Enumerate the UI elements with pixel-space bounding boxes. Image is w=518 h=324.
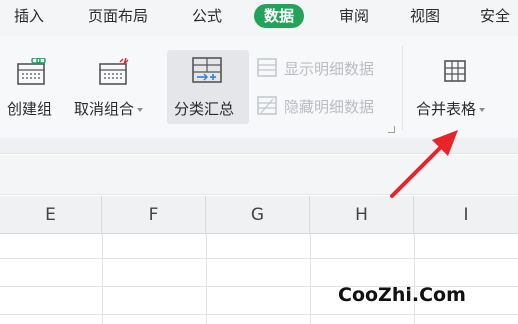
show-detail-button[interactable]: 显示明细数据 <box>254 54 394 82</box>
tab-review[interactable]: 审阅 <box>339 5 369 27</box>
column-header-e[interactable]: E <box>0 196 102 234</box>
row-divider <box>0 258 518 259</box>
ribbon-tab-bar: 插入 页面布局 公式 数据 审阅 视图 安全 <box>0 0 518 36</box>
ungroup-dropdown-icon <box>137 107 144 112</box>
show-detail-icon <box>256 57 280 79</box>
ungroup-label: 取消组合 <box>74 98 144 119</box>
column-divider <box>310 234 311 324</box>
merge-table-label: 合并表格 <box>416 98 486 119</box>
column-divider <box>102 234 103 324</box>
cell-grid[interactable] <box>0 234 518 324</box>
merge-table-dropdown-icon <box>479 107 486 112</box>
column-header-f[interactable]: F <box>102 196 206 234</box>
row-divider <box>0 314 518 315</box>
merge-table-button[interactable]: 合并表格 <box>408 50 504 124</box>
column-divider <box>206 234 207 324</box>
create-group-label: 创建组 <box>7 100 53 118</box>
tab-view[interactable]: 视图 <box>410 5 440 27</box>
subtotal-button[interactable]: 分类汇总 <box>167 50 249 124</box>
ungroup-button[interactable]: 取消组合 <box>70 50 162 124</box>
tab-data[interactable]: 数据 <box>254 4 305 28</box>
hide-detail-icon <box>256 95 280 117</box>
create-group-icon <box>16 58 48 86</box>
subtotal-icon <box>191 56 225 86</box>
ribbon-separator <box>402 46 403 130</box>
hide-detail-label: 隐藏明细数据 <box>284 98 375 116</box>
column-divider <box>414 234 415 324</box>
tab-page-layout[interactable]: 页面布局 <box>88 5 148 27</box>
tab-security[interactable]: 安全 <box>480 5 510 27</box>
subtotal-label: 分类汇总 <box>174 100 235 118</box>
tab-formulas[interactable]: 公式 <box>192 5 222 27</box>
merge-table-icon <box>442 58 470 86</box>
watermark-text: CooZhi.Com <box>338 284 466 306</box>
column-header-g[interactable]: G <box>206 196 310 234</box>
annotation-arrow-icon <box>390 130 458 198</box>
create-group-button[interactable]: 创建组 <box>0 50 66 124</box>
show-detail-label: 显示明细数据 <box>284 60 375 78</box>
hide-detail-button[interactable]: 隐藏明细数据 <box>254 92 394 120</box>
ungroup-icon <box>98 58 132 86</box>
tab-insert[interactable]: 插入 <box>14 5 44 27</box>
